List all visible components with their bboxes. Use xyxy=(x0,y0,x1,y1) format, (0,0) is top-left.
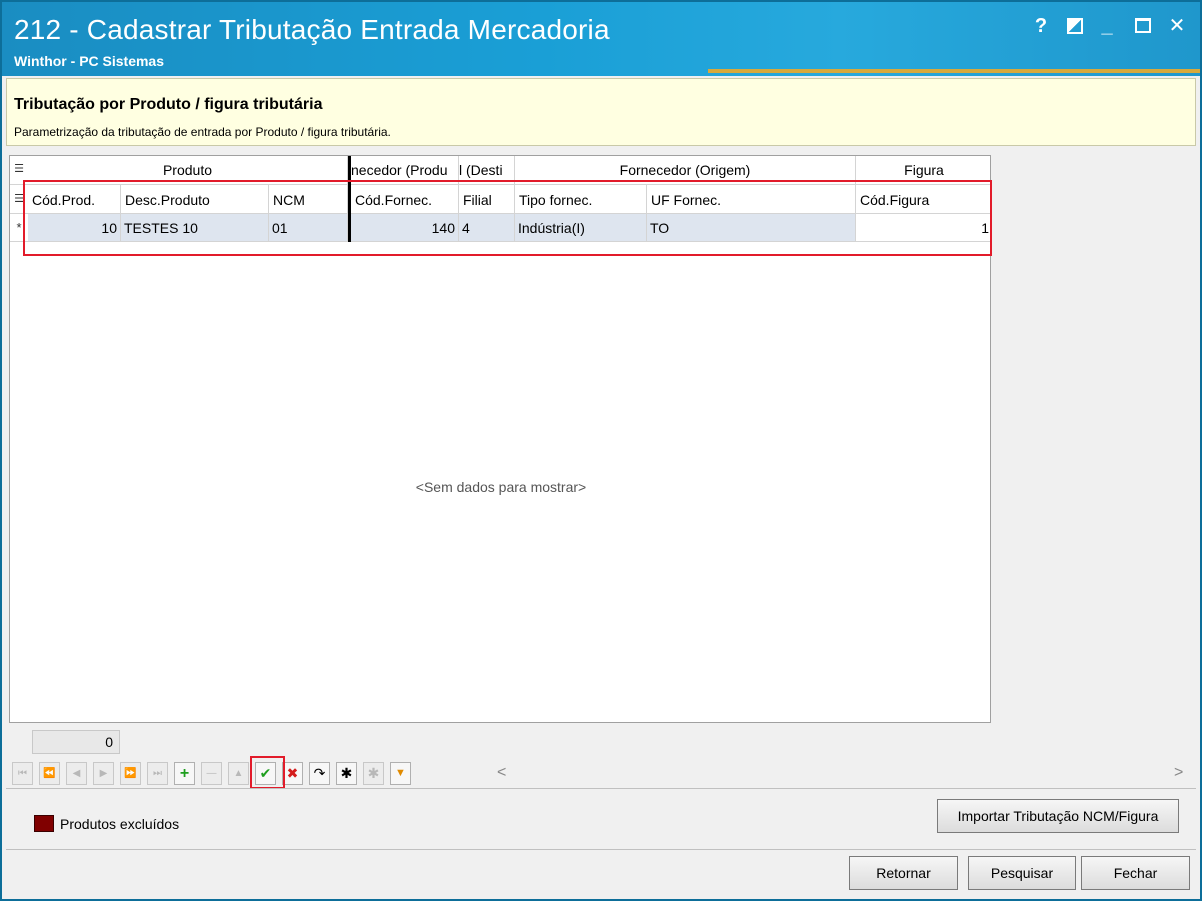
prev-page-button[interactable]: ⏪ xyxy=(39,762,60,785)
theme-toggle-button[interactable] xyxy=(1064,16,1086,38)
next-record-button[interactable]: ▶ xyxy=(93,762,114,785)
title-bar: 212 - Cadastrar Tributação Entrada Merca… xyxy=(2,2,1200,76)
separator xyxy=(6,849,1196,850)
new-row-indicator-icon: * xyxy=(16,220,22,235)
cell-cod-figura[interactable]: 1 xyxy=(856,214,990,241)
delete-button[interactable]: — xyxy=(201,762,222,785)
cell-tipo-fornec[interactable]: Indústria(I) xyxy=(515,214,647,241)
save-bookmark-button[interactable]: ✱ xyxy=(336,762,357,785)
column-chooser-icon[interactable]: ☰ xyxy=(10,192,28,205)
cell-filial[interactable]: 4 xyxy=(459,214,515,241)
band-header-row: ☰ Produto necedor (Produ l (Desti Fornec… xyxy=(10,156,990,184)
maximize-icon xyxy=(1135,18,1151,33)
footer-count: 0 xyxy=(32,730,120,754)
contrast-icon xyxy=(1067,18,1083,34)
window-title: 212 - Cadastrar Tributação Entrada Merca… xyxy=(14,14,610,45)
col-cod-figura[interactable]: Cód.Figura xyxy=(856,185,990,214)
col-cod-prod[interactable]: Cód.Prod. xyxy=(28,185,121,214)
col-tipo-fornec[interactable]: Tipo fornec. xyxy=(515,185,647,214)
refresh-button[interactable]: ↷ xyxy=(309,762,330,785)
col-ncm[interactable]: NCM xyxy=(269,185,348,214)
info-title: Tributação por Produto / figura tributár… xyxy=(14,96,323,113)
cell-desc-produto[interactable]: TESTES 10 xyxy=(121,214,269,241)
frozen-column-divider xyxy=(348,156,351,242)
main-window: 212 - Cadastrar Tributação Entrada Merca… xyxy=(0,0,1202,901)
tax-grid[interactable]: ☰ Produto necedor (Produ l (Desti Fornec… xyxy=(9,155,991,758)
return-button[interactable]: Retornar xyxy=(849,856,958,890)
grid-footer: 0 xyxy=(9,722,991,758)
goto-bookmark-button[interactable]: ✱ xyxy=(363,762,384,785)
import-ncm-figura-button[interactable]: Importar Tributação NCM/Figura xyxy=(937,799,1179,833)
cell-uf-fornec[interactable]: TO xyxy=(647,214,856,241)
legend-swatch xyxy=(34,815,54,832)
band-produto[interactable]: Produto xyxy=(28,156,348,184)
prev-record-button[interactable]: ◀ xyxy=(66,762,87,785)
title-accent-line xyxy=(708,69,1200,73)
post-button[interactable]: ✔ xyxy=(255,762,276,785)
close-window-button[interactable]: ✕ xyxy=(1166,16,1188,36)
col-filial[interactable]: Filial xyxy=(459,185,515,214)
col-uf-fornec[interactable]: UF Fornec. xyxy=(647,185,856,214)
band-fornecedor-origem[interactable]: Fornecedor (Origem) xyxy=(515,156,856,184)
maximize-button[interactable] xyxy=(1132,16,1154,37)
window-subtitle: Winthor - PC Sistemas xyxy=(14,53,165,69)
legend-label: Produtos excluídos xyxy=(60,816,180,832)
filter-button[interactable]: ▼ xyxy=(390,762,411,785)
last-page-button[interactable]: ⏭ xyxy=(147,762,168,785)
col-cod-fornec[interactable]: Cód.Fornec. xyxy=(351,185,459,214)
first-page-button[interactable]: ⏮ xyxy=(12,762,33,785)
table-row[interactable]: * 10 TESTES 10 01 140 4 Indústria(I) TO … xyxy=(10,214,990,242)
search-button[interactable]: Pesquisar xyxy=(968,856,1076,890)
info-panel: Tributação por Produto / figura tributár… xyxy=(6,78,1196,146)
edit-button[interactable]: ▲ xyxy=(228,762,249,785)
next-page-button[interactable]: ⏩ xyxy=(120,762,141,785)
scroll-left-icon[interactable]: < xyxy=(497,764,506,782)
cell-ncm[interactable]: 01 xyxy=(269,214,348,241)
band-indicator-icon[interactable]: ☰ xyxy=(10,162,28,175)
band-filial-destino[interactable]: l (Desti xyxy=(459,156,515,184)
scroll-right-icon[interactable]: > xyxy=(1174,764,1183,782)
band-figura[interactable]: Figura xyxy=(856,156,990,184)
info-description: Parametrização da tributação de entrada … xyxy=(14,125,391,139)
cell-cod-fornec[interactable]: 140 xyxy=(351,214,459,241)
separator xyxy=(6,788,1196,789)
append-button[interactable]: + xyxy=(174,762,195,785)
col-desc-produto[interactable]: Desc.Produto xyxy=(121,185,269,214)
empty-message: <Sem dados para mostrar> xyxy=(415,479,587,495)
column-header-row: ☰ Cód.Prod. Desc.Produto NCM Cód.Fornec.… xyxy=(10,184,990,214)
cell-cod-prod[interactable]: 10 xyxy=(28,214,121,241)
close-button[interactable]: Fechar xyxy=(1081,856,1190,890)
cancel-button[interactable]: ✖ xyxy=(282,762,303,785)
minimize-button[interactable]: _ xyxy=(1096,16,1118,36)
band-fornecedor-produto[interactable]: necedor (Produ xyxy=(351,156,459,184)
help-button[interactable]: ? xyxy=(1030,16,1052,36)
